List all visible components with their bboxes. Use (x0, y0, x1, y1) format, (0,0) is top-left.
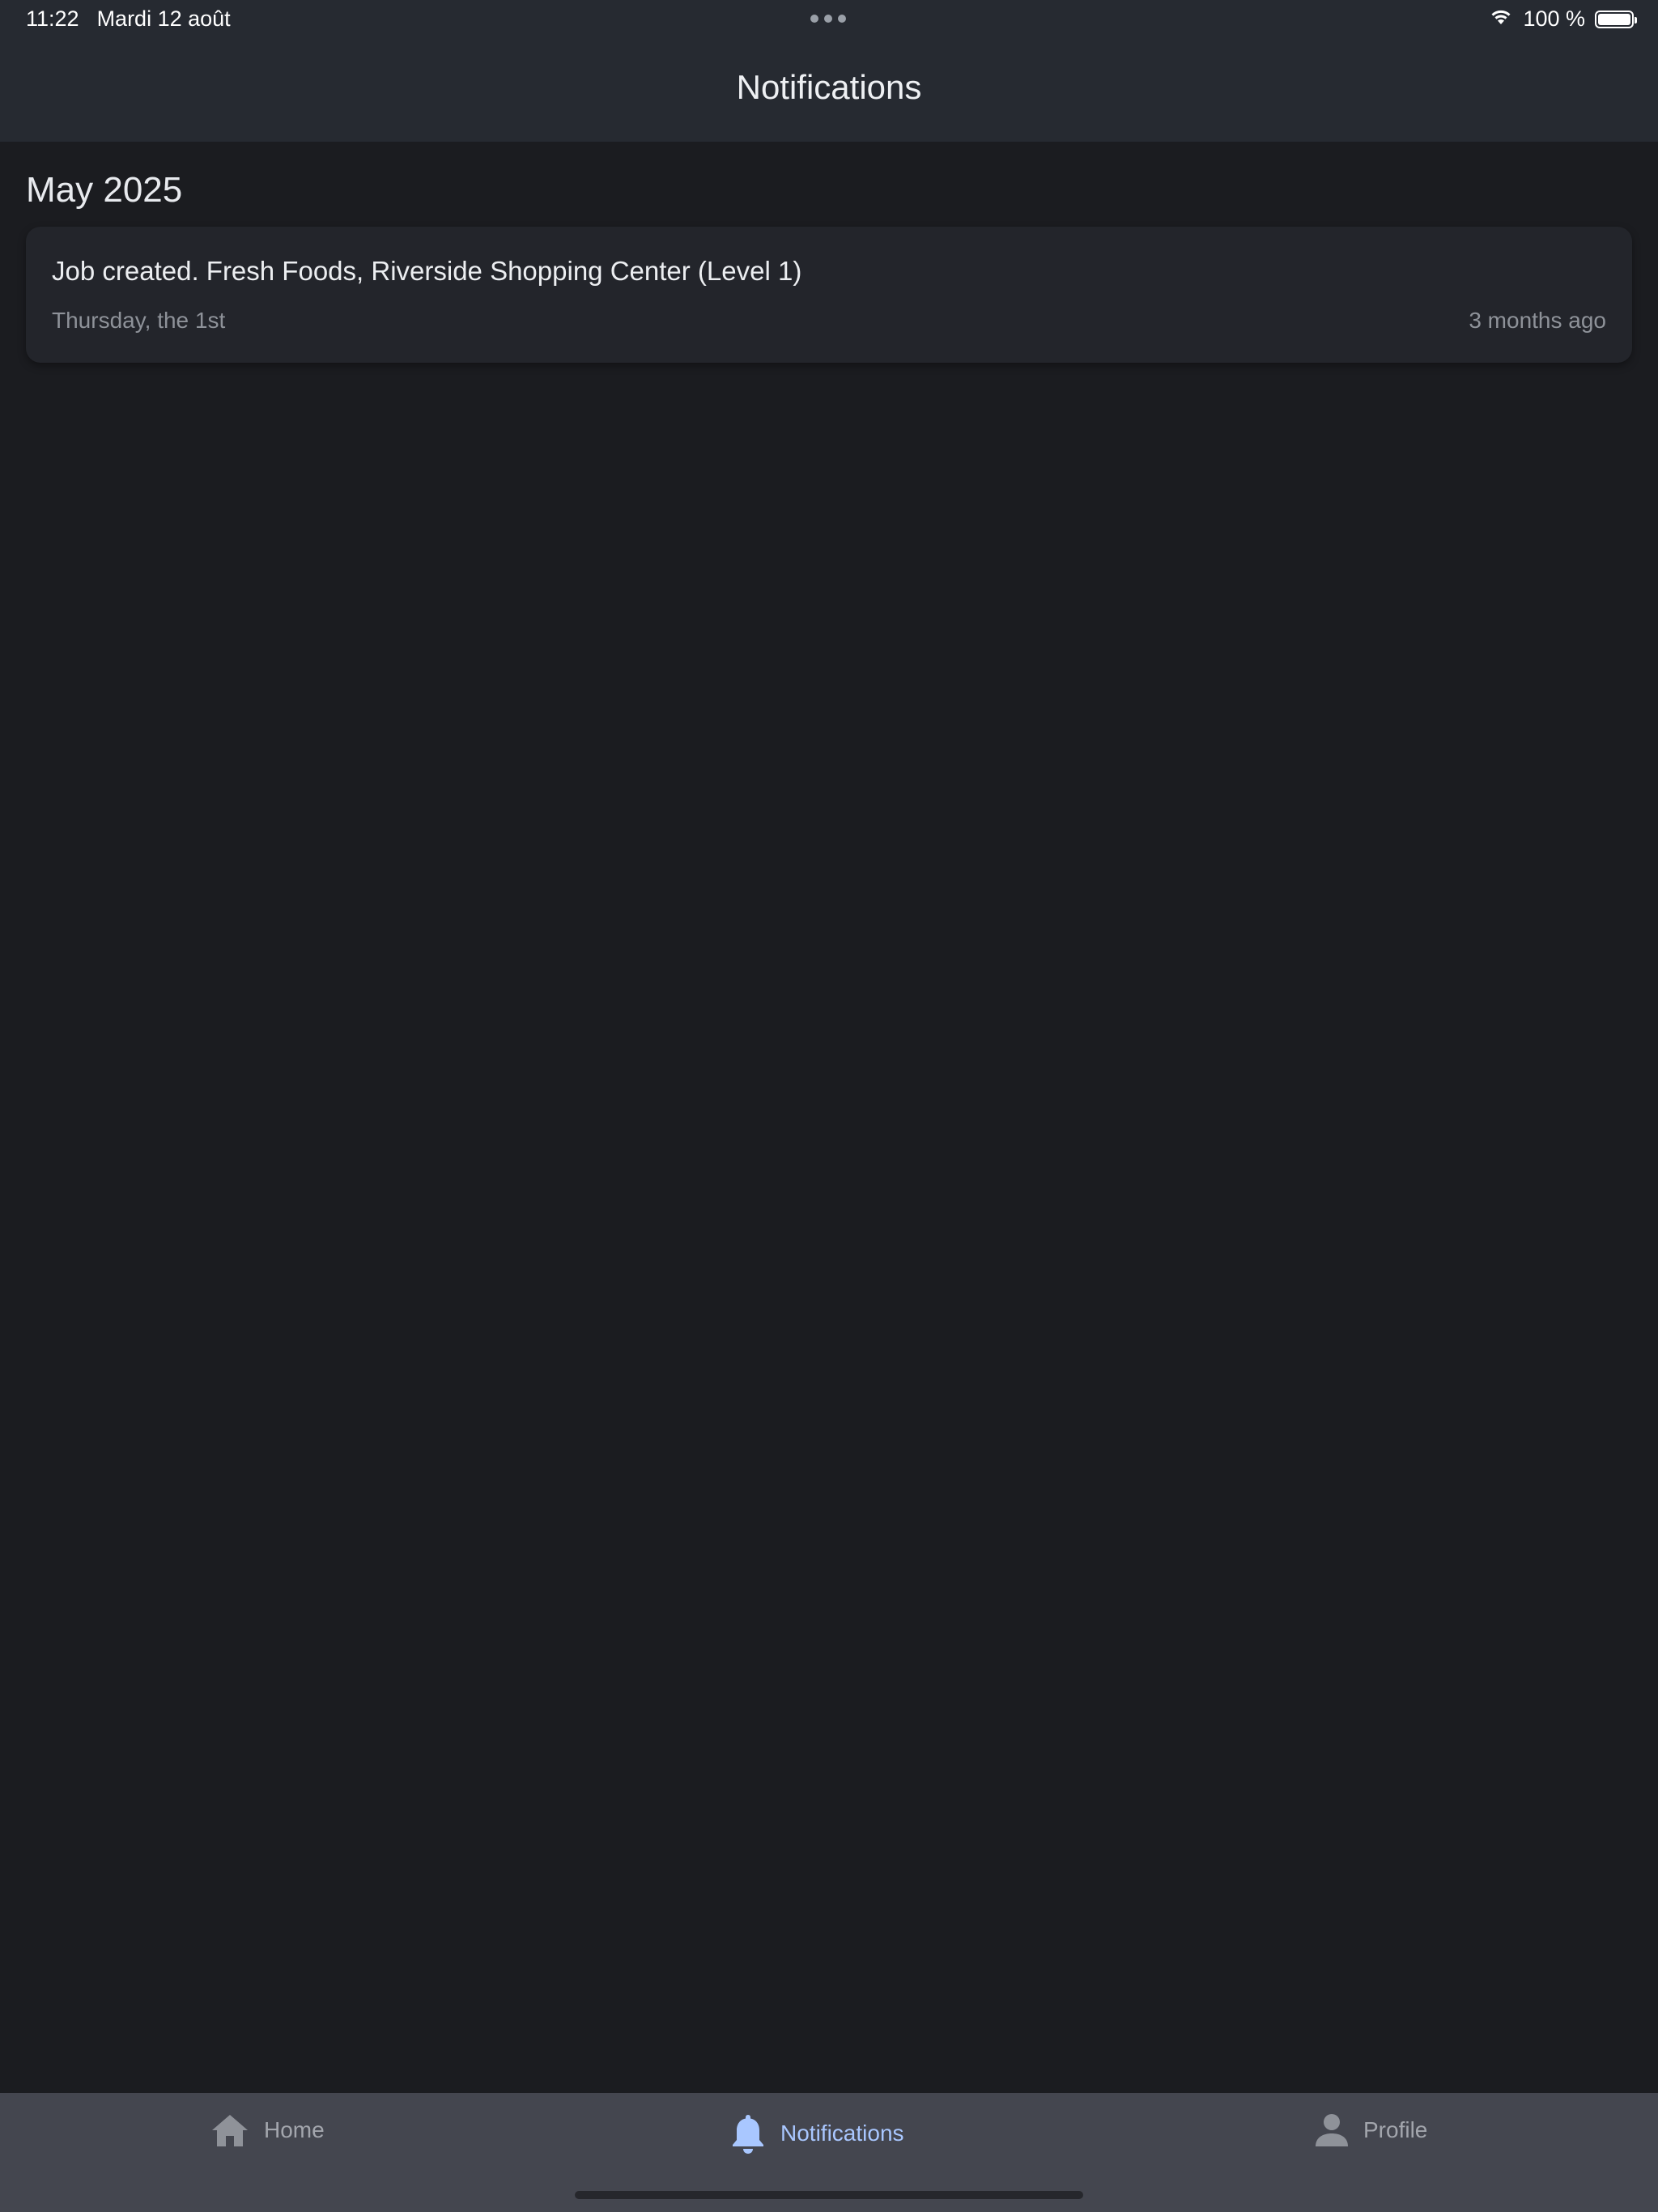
dot (824, 15, 832, 23)
notification-card[interactable]: Job created. Fresh Foods, Riverside Shop… (26, 227, 1632, 363)
nav-item-notifications[interactable]: Notifications (730, 2112, 904, 2155)
status-time: 11:22 (26, 6, 79, 31)
notification-relative-time: 3 months ago (1469, 308, 1606, 333)
nav-item-home[interactable]: Home (210, 2112, 325, 2148)
wifi-icon (1489, 6, 1513, 32)
battery-icon (1595, 10, 1637, 28)
battery-fill (1598, 13, 1630, 25)
nav-item-profile[interactable]: Profile (1315, 2112, 1427, 2148)
home-indicator[interactable] (575, 2191, 1083, 2199)
section-title: May 2025 (26, 170, 183, 210)
battery-percent: 100 % (1523, 6, 1585, 31)
top-bar: 11:22 Mardi 12 août 100 % Notifications (0, 0, 1658, 142)
nav-label-home: Home (264, 2117, 325, 2142)
status-bar-left: 11:22 Mardi 12 août (26, 6, 231, 32)
notification-message: Job created. Fresh Foods, Riverside Shop… (52, 256, 802, 286)
notification-date: Thursday, the 1st (52, 308, 226, 333)
status-date: Mardi 12 août (96, 6, 231, 31)
nav-label-profile: Profile (1363, 2117, 1428, 2142)
home-icon (210, 2112, 249, 2148)
status-bar-right: 100 % (1489, 6, 1637, 32)
dot (838, 15, 846, 23)
dot (810, 15, 818, 23)
multitasking-dots-icon[interactable] (810, 15, 846, 23)
page-title: Notifications (736, 68, 922, 106)
nav-label-notifications: Notifications (780, 2121, 904, 2146)
bell-icon (730, 2112, 766, 2155)
person-icon (1315, 2112, 1349, 2148)
